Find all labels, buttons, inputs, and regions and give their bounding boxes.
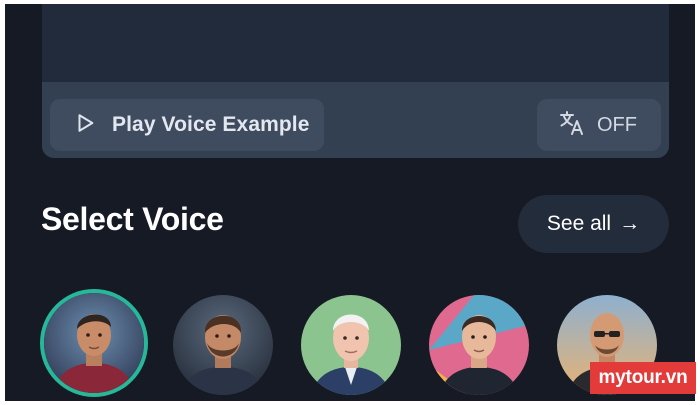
select-voice-title: Select Voice (41, 201, 224, 237)
see-all-label: See all (546, 212, 612, 235)
arrow-right-icon: → (619, 212, 641, 235)
card-preview-area (42, 4, 669, 82)
translate-icon (559, 110, 585, 141)
play-icon (74, 112, 96, 139)
voice-avatar-4[interactable] (429, 295, 529, 395)
translate-toggle-button[interactable]: OFF (537, 99, 661, 151)
watermark-logo: mytour.vn (590, 362, 696, 394)
app-screen: Play Voice Example OFF Select Voice See … (5, 4, 695, 401)
translate-state-label: OFF (597, 113, 637, 136)
voice-avatar-1[interactable] (44, 293, 144, 393)
play-voice-example-button[interactable]: Play Voice Example (50, 99, 324, 151)
voice-avatar-2[interactable] (173, 295, 273, 395)
play-voice-example-label: Play Voice Example (112, 113, 310, 136)
see-all-button[interactable]: See all → (518, 195, 669, 253)
voice-avatar-3[interactable] (301, 295, 401, 395)
voice-player-card: Play Voice Example OFF (42, 4, 669, 158)
card-controls-bar: Play Voice Example OFF (42, 82, 669, 158)
